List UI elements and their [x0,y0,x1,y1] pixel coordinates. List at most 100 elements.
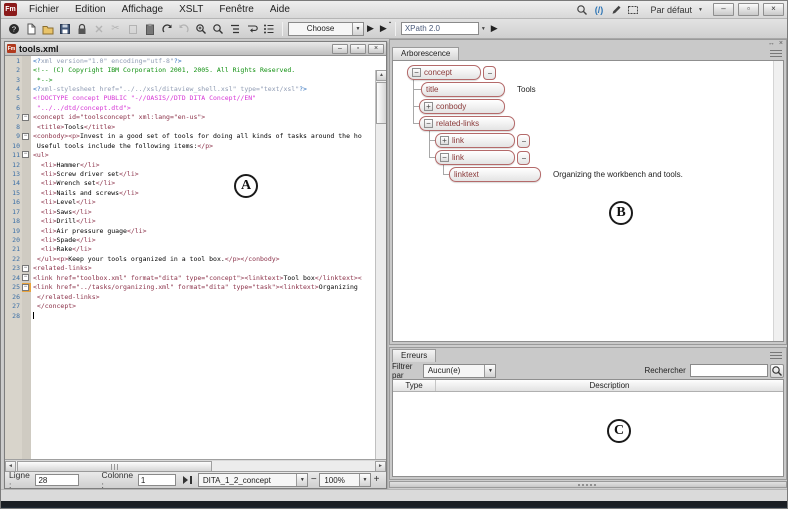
xpath-dropdown-caret-icon[interactable]: ▼ [481,26,486,32]
dock-resize-grip[interactable] [389,481,787,488]
column-header-type[interactable]: Type [393,380,436,391]
code-line[interactable]: 8 <title>Tools</title> [5,122,386,131]
code-line[interactable]: 21 <li>Rake</li> [5,245,386,254]
code-line[interactable]: 2<!-- (C) Copyright IBM Corporation 2001… [5,65,386,74]
node-box[interactable]: −concept [407,65,481,80]
wysiwyg-view-icon[interactable] [626,2,641,17]
menu-edition[interactable]: Edition [67,1,114,18]
tree-node-concept[interactable]: −concept [407,65,496,80]
zoom-in-button[interactable]: + [371,474,382,487]
chevron-down-icon[interactable]: ▼ [296,474,307,486]
zoom-in-icon[interactable] [192,21,209,37]
code-line[interactable]: 12 <li>Hammer</li> [5,160,386,169]
chevron-down-icon[interactable]: ▼ [359,474,370,486]
node-box[interactable]: −related-links [419,116,515,131]
tab-arborescence[interactable]: Arborescence [392,47,459,60]
node-attributes-button[interactable] [483,66,496,80]
structure-view-icon[interactable] [226,21,243,37]
zoom-dropdown[interactable]: 100% ▼ [319,473,371,487]
menu-xslt[interactable]: XSLT [171,1,211,18]
column-input[interactable] [138,474,176,486]
code-line[interactable]: 1<?xml version="1.0" encoding="utf-8"?> [5,56,386,65]
doc-maximize-button[interactable]: ▫ [350,44,366,54]
search-button[interactable] [770,364,784,378]
line-numbers-icon[interactable] [260,21,277,37]
menu-affichage[interactable]: Affichage [114,1,172,18]
node-attributes-button[interactable] [517,134,530,148]
code-line[interactable]: 13 <li>Screw driver set</li> [5,169,386,178]
xpath-input[interactable] [401,22,479,35]
fold-collapse-icon[interactable]: − [22,264,31,273]
fold-collapse-icon[interactable]: − [22,132,31,141]
filter-dropdown[interactable]: Aucun(e) ▼ [423,364,497,378]
menu-fichier[interactable]: Fichier [21,1,67,18]
collapse-icon[interactable]: − [440,153,449,162]
minimize-button[interactable]: – [713,3,734,16]
code-line[interactable]: 23−<related-links> [5,264,386,273]
panel-menu-icon[interactable] [770,352,782,360]
code-line[interactable]: 24−<link href="toolbox.xml" format="dita… [5,273,386,282]
code-line[interactable]: 22 </ul><p>Keep your tools organized in … [5,254,386,263]
column-header-description[interactable]: Description [436,380,783,391]
expand-icon[interactable]: + [424,102,433,111]
node-attributes-button[interactable] [517,151,530,165]
tree-node-linktext[interactable]: linktextOrganizing the workbench and too… [449,167,683,182]
tab-erreurs[interactable]: Erreurs [392,349,436,362]
run-to-button[interactable]: ▶▪ [380,23,387,34]
tree-node-link[interactable]: −link [435,150,530,165]
document-titlebar[interactable]: Fm tools.xml – ▫ × [5,42,386,56]
panel-menu-icon[interactable] [770,50,782,58]
node-box[interactable]: −link [435,150,515,165]
menu-fentre[interactable]: Fenêtre [211,1,261,18]
new-file-icon[interactable] [22,21,39,37]
collapse-icon[interactable]: − [412,68,421,77]
fold-collapse-icon[interactable]: − [22,273,31,282]
tree-node-related-links[interactable]: −related-links [419,116,515,131]
choose-dropdown[interactable]: Choose ▼ [288,22,364,36]
close-button[interactable]: × [763,3,784,16]
search-icon[interactable] [575,2,590,17]
doctype-dropdown[interactable]: DITA_1_2_concept ▼ [198,473,308,487]
tree-node-conbody[interactable]: +conbody [419,99,505,114]
save-icon[interactable] [56,21,73,37]
code-view-icon[interactable]: (/) [592,2,607,17]
code-line[interactable]: 27 </concept> [5,301,386,310]
code-editor[interactable]: 1<?xml version="1.0" encoding="utf-8"?>2… [5,56,386,460]
code-line[interactable]: 26 </related-links> [5,292,386,301]
run-button[interactable]: ▶ [367,23,374,34]
code-line[interactable]: 28 [5,311,386,320]
float-panel-icon[interactable]: ↔ [768,40,775,47]
code-line[interactable]: 14 <li>Wrench set</li> [5,179,386,188]
code-line[interactable]: 16 <li>Level</li> [5,198,386,207]
chevron-down-icon[interactable]: ▼ [484,365,495,377]
scroll-up-icon[interactable]: ▲ [376,70,386,81]
open-file-icon[interactable] [39,21,56,37]
paste-icon[interactable] [141,21,158,37]
tree-node-link[interactable]: +link [435,133,530,148]
line-input[interactable] [35,474,79,486]
code-line[interactable]: 20 <li>Spade</li> [5,235,386,244]
code-line[interactable]: 10 Useful tools include the following it… [5,141,386,150]
tree-node-title[interactable]: titleTools [421,82,536,97]
errors-search-input[interactable] [690,364,768,377]
doc-minimize-button[interactable]: – [332,44,348,54]
code-line[interactable]: 3 *--> [5,75,386,84]
workspace-profile-label[interactable]: Par défaut [651,5,693,15]
vscroll-thumb[interactable] [376,82,386,124]
code-line[interactable]: 18 <li>Drill</li> [5,216,386,225]
xpath-run-button[interactable]: ▶ [491,23,498,34]
collapse-icon[interactable]: − [424,119,433,128]
word-wrap-icon[interactable] [243,21,260,37]
fold-collapse-icon[interactable]: − [22,283,31,292]
code-line[interactable]: 4<?xml-stylesheet href="../../xsl/ditavi… [5,84,386,93]
zoom-out-button[interactable]: − [308,474,319,487]
code-line[interactable]: 19 <li>Air pressure guage</li> [5,226,386,235]
code-line[interactable]: 25−<link href="../tasks/organizing.xml" … [5,283,386,292]
expand-icon[interactable]: + [440,136,449,145]
node-box[interactable]: +conbody [419,99,505,114]
chevron-down-icon[interactable]: ▼ [352,23,363,35]
node-box[interactable]: title [421,82,505,97]
go-to-position-icon[interactable] [182,474,194,486]
tree-scrollbar[interactable] [773,61,783,341]
node-box[interactable]: +link [435,133,515,148]
